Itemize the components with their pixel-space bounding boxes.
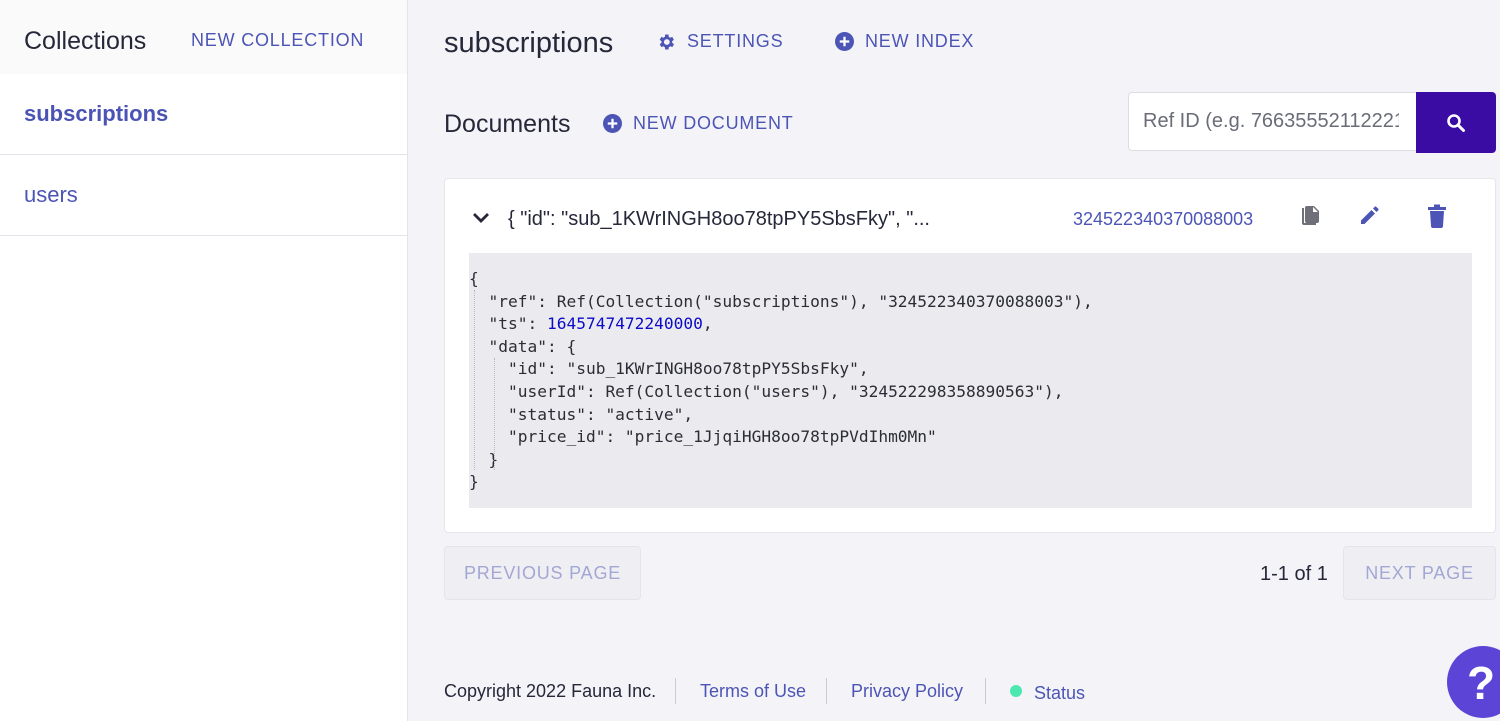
document-summary[interactable]: { "id": "sub_1KWrINGH8oo78tpPY5SbsFky", …: [508, 208, 930, 231]
json-line: "ts": 1645747472240000,: [469, 314, 713, 334]
gear-icon: [659, 34, 674, 49]
json-line: "data": {: [469, 336, 577, 356]
settings-label: SETTINGS: [687, 31, 784, 51]
status-link[interactable]: Status: [1034, 683, 1085, 704]
json-line: {: [469, 269, 479, 288]
json-line: "status": "active",: [469, 404, 694, 424]
trash-icon[interactable]: [1427, 204, 1447, 228]
new-index-link[interactable]: NEW INDEX: [835, 31, 974, 52]
page-title: subscriptions: [444, 27, 614, 59]
json-line: }: [469, 449, 499, 469]
footer-divider: [675, 678, 676, 704]
chevron-down-icon[interactable]: [472, 212, 490, 224]
sidebar-item-label: subscriptions: [24, 101, 169, 126]
collections-sidebar: Collections NEW COLLECTION subscriptions…: [0, 0, 408, 721]
plus-circle-icon: [835, 32, 854, 51]
json-line: "ref": Ref(Collection("subscriptions"), …: [469, 291, 1093, 311]
document-ref-id[interactable]: 324522340370088003: [1073, 209, 1253, 230]
pagination-count: 1-1 of 1: [1260, 563, 1328, 585]
json-line: }: [469, 472, 479, 492]
sidebar-title: Collections: [24, 27, 147, 55]
copyright-text: Copyright 2022 Fauna Inc.: [444, 681, 657, 701]
sidebar-item-users[interactable]: users: [0, 155, 407, 236]
previous-page-button[interactable]: PREVIOUS PAGE: [444, 546, 641, 600]
json-line: "userId": Ref(Collection("users"), "3245…: [469, 381, 1064, 401]
document-card: { "id": "sub_1KWrINGH8oo78tpPY5SbsFky", …: [444, 178, 1496, 533]
new-collection-link[interactable]: NEW COLLECTION: [191, 30, 364, 51]
document-json-viewer: { "ref": Ref(Collection("subscriptions")…: [469, 253, 1472, 508]
settings-link[interactable]: SETTINGS: [656, 31, 783, 52]
search-icon: [1447, 113, 1465, 132]
pencil-icon[interactable]: [1359, 204, 1381, 226]
next-page-button[interactable]: NEXT PAGE: [1343, 546, 1496, 600]
documents-title: Documents: [444, 110, 571, 138]
json-line: "price_id": "price_1JjqiHGH8oo78tpPVdIhm…: [469, 427, 937, 447]
main-panel: subscriptions SETTINGS NEW INDEX Documen…: [408, 0, 1500, 721]
copy-icon[interactable]: [1299, 204, 1321, 228]
footer: Copyright 2022 Fauna Inc. Terms of Use P…: [444, 678, 1144, 705]
new-index-label: NEW INDEX: [865, 31, 975, 51]
new-document-link[interactable]: NEW DOCUMENT: [603, 113, 794, 134]
terms-of-use-link[interactable]: Terms of Use: [700, 681, 806, 702]
plus-circle-icon: [603, 114, 622, 133]
sidebar-item-label: users: [24, 182, 78, 207]
search-button[interactable]: [1416, 92, 1496, 153]
help-icon: ?: [1467, 657, 1496, 709]
ref-id-search-box: [1128, 92, 1416, 151]
sidebar-header: Collections NEW COLLECTION: [0, 0, 407, 74]
status-dot-icon: [1010, 685, 1022, 697]
sidebar-item-subscriptions[interactable]: subscriptions: [0, 74, 407, 155]
new-document-label: NEW DOCUMENT: [633, 113, 794, 133]
footer-divider: [826, 678, 827, 704]
privacy-policy-link[interactable]: Privacy Policy: [851, 681, 963, 702]
ref-id-search-input[interactable]: [1129, 93, 1399, 150]
json-line: "id": "sub_1KWrINGH8oo78tpPY5SbsFky",: [469, 359, 869, 379]
footer-divider: [985, 678, 986, 704]
